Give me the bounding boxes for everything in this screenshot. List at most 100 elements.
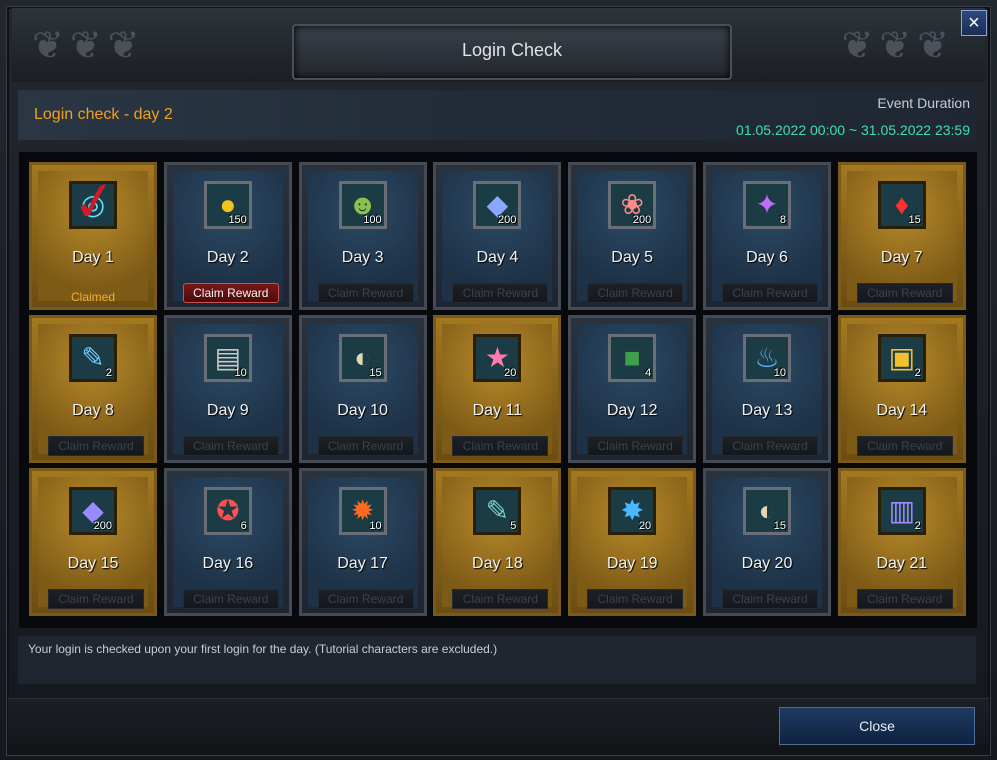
day-tile[interactable]: ♦ 15 Day 7 Claim Reward [837,162,966,310]
reward-quantity: 15 [773,520,786,532]
fire-crystal-icon: ✹ 10 [338,487,387,535]
potion-bag-icon: ♨ 10 [743,334,791,382]
claim-reward-button: Claim Reward [587,589,684,609]
day-tile[interactable]: ❀ 200 Day 5 Claim Reward [568,162,697,310]
window-title: Login Check [461,40,563,60]
reward-quantity: 4 [645,367,652,379]
day-label: Day 13 [741,402,793,419]
green-giftbox-icon: ■ 4 [608,334,657,382]
map-scroll-icon: ▤ 10 [203,334,252,382]
claim-reward-button[interactable]: Claim Reward [182,283,279,303]
violet-diamond-icon: ◆ 200 [69,487,117,535]
pink-coral-icon: ❀ 200 [608,181,657,229]
reward-quantity: 2 [914,520,921,532]
reward-quantity: 200 [93,520,112,532]
blue-scroll-icon: ✎ 2 [69,334,117,382]
reward-quantity: 200 [632,214,652,226]
pink-star-icon: ★ 20 [473,334,522,382]
close-button[interactable]: Close [779,707,975,745]
claim-reward-button: Claim Reward [452,589,549,609]
day-tile[interactable]: ▤ 10 Day 9 Claim Reward [163,315,292,463]
day-label: Day 11 [472,402,523,419]
ruby-amulet-icon: ✪ 6 [203,487,252,535]
event-dates: 01.05.2022 00:00 ~ 31.05.2022 23:59 [736,122,970,138]
day-tile[interactable]: ✎ 2 Day 8 Claim Reward [29,315,157,463]
claim-reward-button: Claim Reward [722,436,818,456]
day-tile[interactable]: ✎ 5 Day 18 Claim Reward [433,468,562,616]
footer-panel: Your login is checked upon your first lo… [18,636,976,684]
claim-reward-button: Claim Reward [317,436,414,456]
day-label: Day 6 [746,249,788,266]
day-tile[interactable]: ☻ 100 Day 3 Claim Reward [298,162,427,310]
reward-quantity: 20 [638,520,652,532]
day-label: Day 14 [876,402,928,419]
claim-reward-button: Claim Reward [856,436,953,456]
claim-reward-button: Claim Reward [317,589,414,609]
title-bar: ❦❦❦ ❦❦❦ Login Check [12,8,985,82]
day-tile[interactable]: ◐ 15 Day 20 Claim Reward [703,468,831,616]
right-ornament-icon: ❦❦❦ [841,25,955,67]
rune-stone-icon: ◐ 15 [743,487,791,535]
rune-stone-icon: ◐ 15 [338,334,387,382]
claim-reward-button: Claim Reward [587,283,684,303]
day-label: Day 4 [476,249,519,266]
day-tile[interactable]: ✪ 6 Day 16 Claim Reward [163,468,292,616]
reward-quantity: 10 [369,520,382,532]
claim-reward-button: Claim Reward [722,589,818,609]
day-tile[interactable]: ✹ 10 Day 17 Claim Reward [298,468,427,616]
day-label: Day 19 [606,555,658,572]
claim-reward-button: Claim Reward [182,589,279,609]
claim-reward-button: Claim Reward [722,283,818,303]
reward-quantity: 2 [105,367,112,379]
day-tile[interactable]: ▥ 2 Day 21 Claim Reward [837,468,966,616]
day-label: Day 9 [206,402,249,419]
claim-reward-button: Claim Reward [452,283,549,303]
day-tile[interactable]: ◐ 15 Day 10 Claim Reward [298,315,427,463]
claim-reward-button: Claim Reward [48,436,144,456]
day-tile[interactable]: ● 150 Day 2 Claim Reward [163,162,292,310]
claim-reward-button: Claim Reward [317,283,414,303]
day-label: Day 21 [876,555,928,572]
reward-grid: ◎ ✓ Day 1 Claimed ● 150 Day 2 Claim Reward ☻ 100 D… [19,152,977,628]
day-tile[interactable]: ▣ 2 Day 14 Claim Reward [837,315,966,463]
reward-quantity: 10 [773,367,786,379]
event-duration-label: Event Duration [877,95,970,111]
day-label: Day 5 [611,249,654,266]
day-label: Day 1 [72,249,114,266]
reward-quantity: 200 [498,214,517,226]
day-tile[interactable]: ◆ 200 Day 4 Claim Reward [433,162,562,310]
day-tile[interactable]: ◆ 200 Day 15 Claim Reward [29,468,157,616]
rainbow-gem-icon: ✦ 8 [743,181,791,229]
reward-quantity: 6 [240,520,247,532]
footer-note: Your login is checked upon your first lo… [28,642,498,656]
day-label: Day 20 [741,555,793,572]
blue-diamond-icon: ◆ 200 [473,181,522,229]
day-tile[interactable]: ✦ 8 Day 6 Claim Reward [703,162,831,310]
left-ornament-icon: ❦❦❦ [32,25,146,67]
day-label: Day 12 [606,402,658,419]
close-icon[interactable]: × [961,10,987,36]
claim-reward-button: Claim Reward [182,436,279,456]
day-tile[interactable]: ■ 4 Day 12 Claim Reward [568,315,697,463]
reward-quantity: 2 [914,367,921,379]
reward-quantity: 10 [234,367,247,379]
claimed-status: Claimed [70,290,115,304]
day-label: Day 18 [472,555,523,572]
reward-quantity: 8 [779,214,786,226]
frog-icon: ☻ 100 [338,181,387,229]
blue-ore-icon: ✸ 20 [608,487,657,535]
claim-reward-button: Claim Reward [48,589,144,609]
day-tile[interactable]: ◎ ✓ Day 1 Claimed [29,162,157,310]
day-label: Day 17 [337,555,388,572]
day-tile[interactable]: ♨ 10 Day 13 Claim Reward [703,315,831,463]
reward-quantity: 15 [369,367,382,379]
day-label: Day 7 [880,249,923,266]
day-tile[interactable]: ★ 20 Day 11 Claim Reward [433,315,562,463]
scroll-seal-icon: ✎ 5 [473,487,522,535]
day-label: Day 10 [337,402,388,419]
login-status: Login check - day 2 [34,106,173,123]
claim-reward-button: Claim Reward [587,436,684,456]
day-tile[interactable]: ✸ 20 Day 19 Claim Reward [568,468,697,616]
claim-reward-button: Claim Reward [856,283,953,303]
title-plate: Login Check [292,24,732,80]
